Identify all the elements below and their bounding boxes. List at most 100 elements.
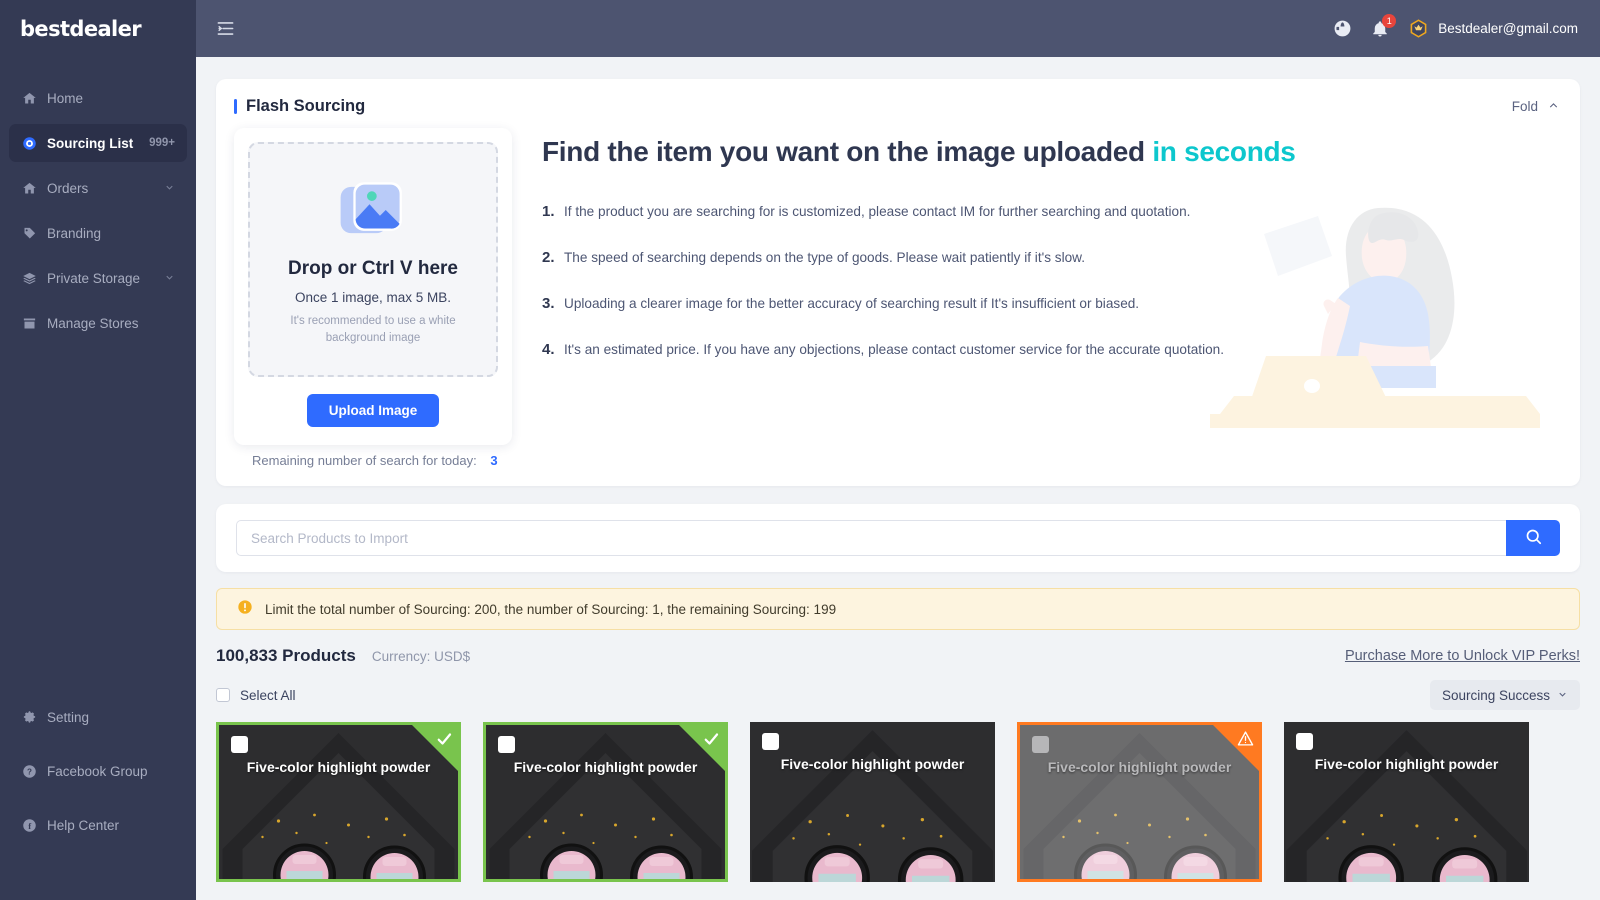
page-title-text: Flash Sourcing [246,97,366,115]
facebook-icon: f [21,817,38,834]
globe-icon[interactable] [1331,18,1353,40]
header-actions: 1 Bestdealer@gmail.com [1331,13,1600,40]
question-circle-icon: ? [21,763,38,780]
sidebar-item-facebook-group[interactable]: ? Facebook Group [9,752,187,790]
product-checkbox[interactable] [231,736,248,753]
instruction-number: 3. [542,295,555,313]
sidebar-nav-primary: Home Sourcing List 999+ Orders Branding [0,79,196,349]
product-checkbox[interactable] [1032,736,1049,753]
flash-sourcing-info: Find the item you want on the image uplo… [512,128,1560,445]
brand-logo[interactable]: bestdealer [0,0,196,57]
sidebar-item-sourcing-list-badge: 999+ [149,137,175,149]
headline-main-text: Find the item you want on the image uplo… [542,136,1153,167]
check-icon [435,730,453,753]
flash-sourcing-body: Drop or Ctrl V here Once 1 image, max 5 … [234,128,1560,445]
product-name: Five-color highlight powder [1314,756,1499,772]
instruction-text: If the product you are searching for is … [564,204,1191,219]
brand-logo-text: bestdealer [20,16,142,41]
chevron-down-icon [164,271,175,286]
product-card[interactable]: Five-color highlight powder [216,722,461,882]
select-all-label: Select All [240,687,296,703]
chevron-up-icon [1547,99,1560,115]
store-icon [21,315,38,332]
drop-zone-title: Drop or Ctrl V here [288,257,458,279]
product-checkbox[interactable] [498,736,515,753]
remaining-search-label: Remaining number of search for today: [252,453,477,468]
top-header: 1 Bestdealer@gmail.com [196,0,1600,57]
sidebar-item-private-storage-label: Private Storage [47,270,141,286]
sidebar-item-setting-label: Setting [47,709,90,725]
sidebar-item-private-storage[interactable]: Private Storage [9,259,187,297]
select-all-checkbox[interactable] [216,688,230,702]
upload-panel: Drop or Ctrl V here Once 1 image, max 5 … [234,128,512,445]
product-card[interactable]: Five-color highlight powder [750,722,995,882]
sidebar-item-home[interactable]: Home [9,79,187,117]
svg-text:f: f [28,820,31,830]
sidebar-item-orders-label: Orders [47,180,89,196]
image-drop-zone[interactable]: Drop or Ctrl V here Once 1 image, max 5 … [248,142,498,377]
sidebar-item-sourcing-list-label: Sourcing List [47,135,134,151]
sidebar: bestdealer Home Sourcing List 999+ Order… [0,0,196,900]
search-icon [1524,527,1543,549]
collapse-sidebar-icon[interactable] [208,12,242,46]
product-card[interactable]: Five-color highlight powder [483,722,728,882]
sidebar-item-setting[interactable]: Setting [9,698,187,736]
sidebar-item-manage-stores[interactable]: Manage Stores [9,304,187,342]
title-accent-bar [234,99,237,114]
drop-zone-hint: It's recommended to use a white backgrou… [290,314,456,344]
fold-button[interactable]: Fold [1512,99,1560,115]
sourcing-status-filter[interactable]: Sourcing Success [1429,680,1580,710]
selection-toolbar: Select All Sourcing Success [216,680,1580,710]
fold-button-label: Fold [1511,99,1538,114]
chevron-down-icon [1557,688,1568,703]
product-grid: Five-color highlight powder Five-color h… [216,722,1580,882]
instruction-number: 1. [542,203,555,220]
gear-icon [21,709,38,726]
product-checkbox[interactable] [1296,733,1313,750]
sidebar-item-home-label: Home [47,90,84,106]
purchase-vip-link[interactable]: Purchase More to Unlock VIP Perks! [1345,648,1580,664]
instruction-item: 4. It's an estimated price. If you have … [542,340,1560,359]
instruction-number: 4. [542,341,555,359]
user-menu[interactable]: Bestdealer@gmail.com [1407,18,1578,40]
drop-zone-subtitle: Once 1 image, max 5 MB. [294,289,452,305]
product-card[interactable]: Five-color highlight powder [1017,722,1262,882]
sidebar-item-branding[interactable]: Branding [9,214,187,252]
main-content: Flash Sourcing Fold Drop or Ctrl V here … [196,57,1600,900]
flash-sourcing-header: Flash Sourcing Fold [234,97,1560,116]
sidebar-item-help-center-label: Help Center [47,817,120,833]
vip-hexagon-icon [1407,18,1429,40]
product-image [1284,722,1529,882]
sidebar-item-help-center[interactable]: f Help Center [9,806,187,844]
sidebar-item-facebook-group-label: Facebook Group [47,763,148,779]
product-image [750,722,995,882]
sidebar-item-orders[interactable]: Orders [9,169,187,207]
instruction-number: 2. [542,249,555,267]
page-title: Flash Sourcing [234,97,365,116]
sidebar-item-branding-label: Branding [47,225,102,241]
instruction-item: 1. If the product you are searching for … [542,202,1560,221]
notification-badge: 1 [1382,13,1397,28]
image-placeholder-icon [336,173,410,252]
remaining-search-row: Remaining number of search for today: 3 [234,453,1560,468]
search-button[interactable] [1506,520,1560,556]
check-icon [702,730,720,753]
sidebar-item-sourcing-list[interactable]: Sourcing List 999+ [9,124,187,162]
currency-label: Currency: USD$ [371,648,471,664]
search-input[interactable] [236,520,1506,556]
flash-sourcing-headline: Find the item you want on the image uplo… [542,136,1560,168]
upload-image-button[interactable]: Upload Image [306,394,440,427]
product-card[interactable]: Five-color highlight powder [1284,722,1529,882]
user-email: Bestdealer@gmail.com [1438,21,1578,36]
exclamation-circle-icon [237,599,253,620]
product-count: 100,833 Products [216,646,356,665]
product-checkbox[interactable] [762,733,779,750]
instruction-text: It's an estimated price. If you have any… [564,342,1224,358]
sidebar-nav-secondary: Setting ? Facebook Group f Help Center [0,698,196,900]
bell-icon[interactable]: 1 [1369,13,1397,40]
instruction-item: 2. The speed of searching depends on the… [542,248,1560,267]
instruction-list: 1. If the product you are searching for … [542,202,1560,359]
headline-accent-text: in seconds [1152,136,1296,167]
sourcing-status-filter-label: Sourcing Success [1441,687,1550,703]
sourcing-limit-alert-text: Limit the total number of Sourcing: 200,… [265,601,837,617]
